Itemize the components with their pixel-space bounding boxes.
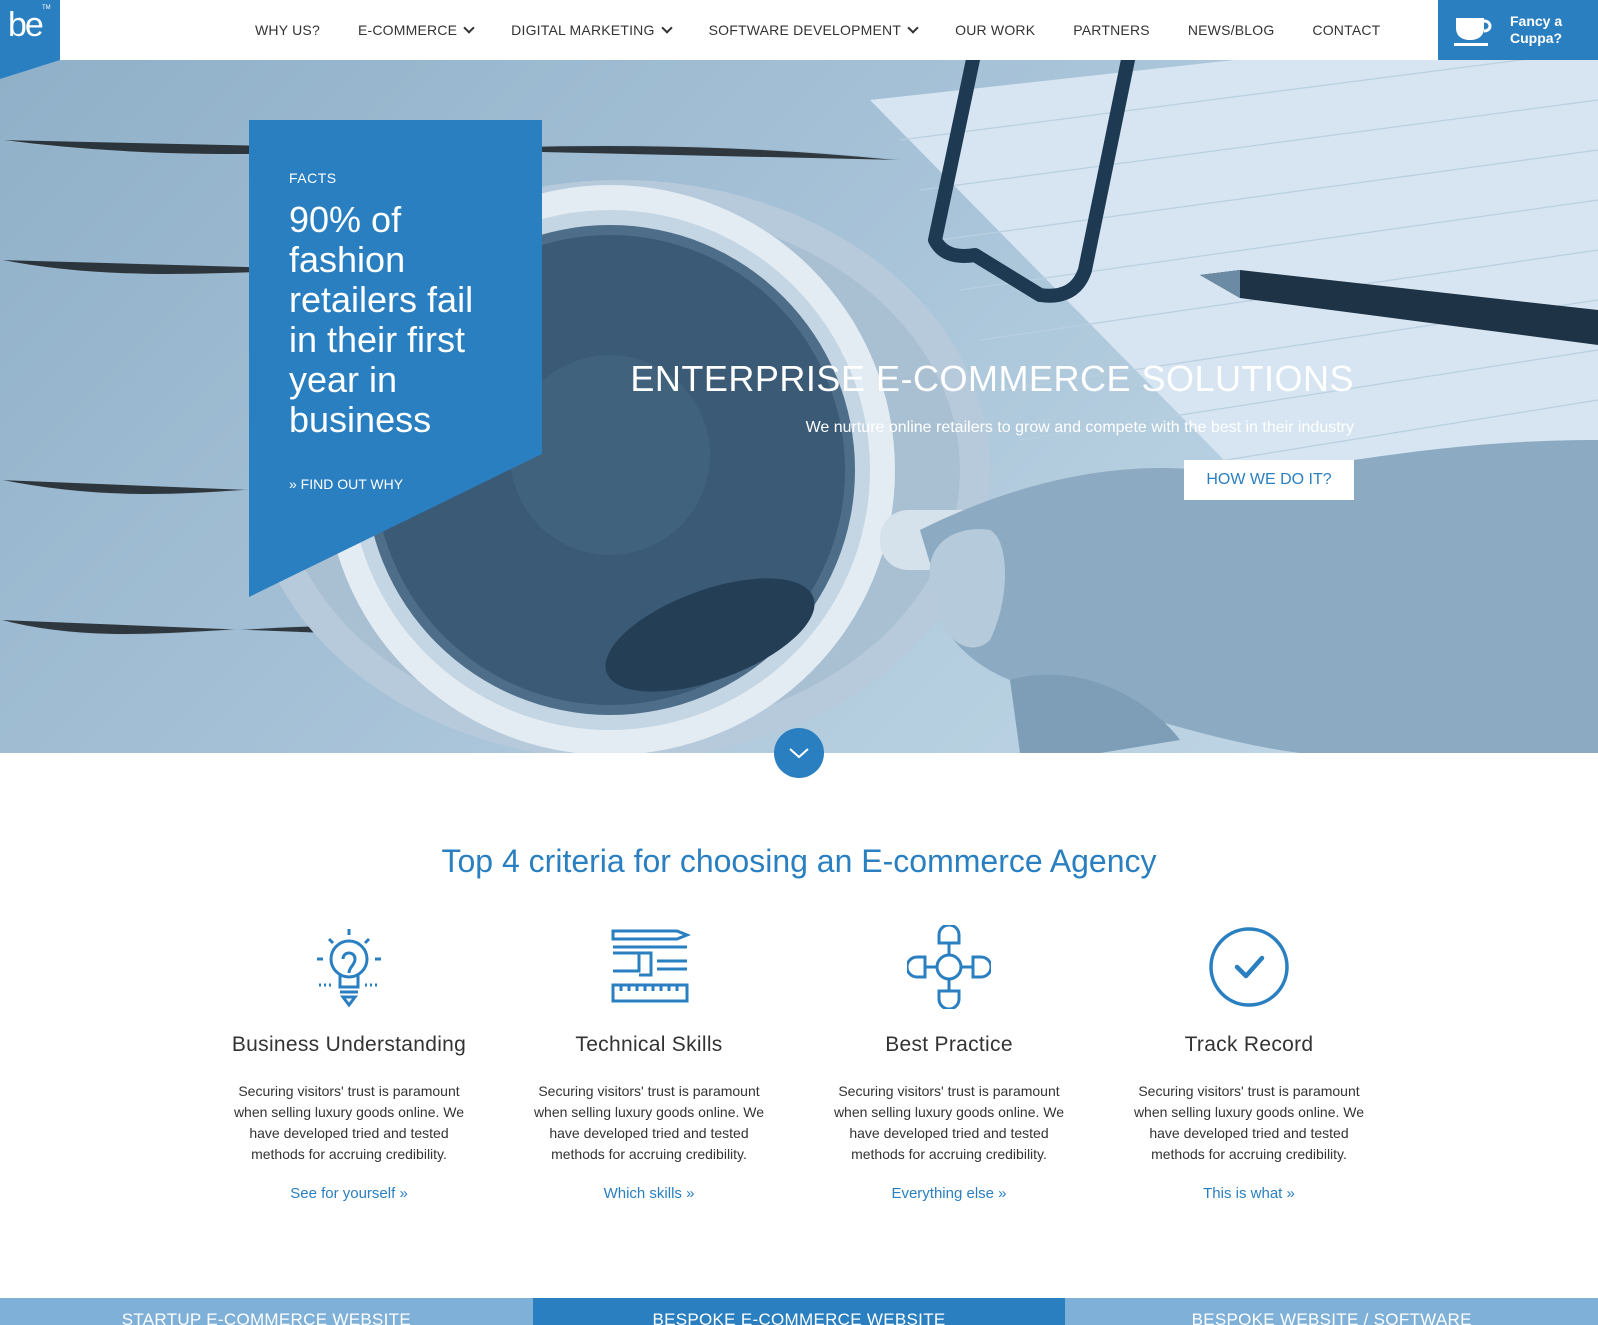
everything-else-link[interactable]: Everything else » xyxy=(819,1185,1079,1202)
criterion-title: Best Practice xyxy=(885,1033,1013,1056)
facts-headline: 90% of fashion retailers fail in their f… xyxy=(289,199,474,440)
main-nav: WHY US? E-COMMERCE DIGITAL MARKETING SOF… xyxy=(255,0,1418,60)
hero-subtitle: We nurture online retailers to grow and … xyxy=(805,419,1354,436)
criterion-title: Business Understanding xyxy=(231,1033,467,1056)
which-skills-link[interactable]: Which skills » xyxy=(519,1185,779,1202)
cuppa-line-2: Cuppa? xyxy=(1510,30,1563,46)
this-is-what-link[interactable]: This is what » xyxy=(1119,1185,1379,1202)
chevron-down-icon xyxy=(789,748,809,759)
criterion-business-understanding: Business Understanding Securing visitors… xyxy=(219,925,479,1202)
hero-banner: FACTS 90% of fashion retailers fail in t… xyxy=(0,60,1598,753)
fancy-a-cuppa-button[interactable]: Fancy a Cuppa? xyxy=(1438,0,1598,60)
tab-bespoke-software[interactable]: BESPOKE WEBSITE / SOFTWARE xyxy=(1065,1298,1598,1325)
scroll-down-button[interactable] xyxy=(774,728,824,778)
chevron-down-icon xyxy=(907,21,919,34)
nav-item-e-commerce[interactable]: E-COMMERCE xyxy=(357,21,475,38)
cuppa-line-1: Fancy a xyxy=(1510,13,1563,29)
service-tabs: STARTUP E-COMMERCE WEBSITE BESPOKE E-COM… xyxy=(0,1298,1598,1325)
tab-startup-ecommerce[interactable]: STARTUP E-COMMERCE WEBSITE xyxy=(0,1298,533,1325)
nav-label: E-COMMERCE xyxy=(357,22,458,38)
logo-text: be xyxy=(8,6,44,44)
hero-background-image xyxy=(0,60,1598,753)
chevron-down-icon xyxy=(660,21,673,34)
criterion-text: Securing visitors' trust is paramount wh… xyxy=(833,1083,1065,1162)
hero-title: ENTERPRISE E-COMMERCE SOLUTIONS xyxy=(630,358,1354,399)
cup-icon xyxy=(1454,18,1492,46)
criterion-track-record: Track Record Securing visitors' trust is… xyxy=(1119,925,1379,1202)
nav-item-our-work[interactable]: OUR WORK xyxy=(955,22,1035,38)
tools-icon xyxy=(611,929,691,1003)
checkmark-circle-icon xyxy=(1209,927,1289,1007)
criterion-title: Technical Skills xyxy=(575,1033,723,1056)
tab-bespoke-ecommerce[interactable]: BESPOKE E-COMMERCE WEBSITE xyxy=(532,1298,1066,1325)
nav-item-software-development[interactable]: SOFTWARE DEVELOPMENT xyxy=(708,21,919,38)
logo-trademark: TM xyxy=(42,5,51,11)
site-header: be TM WHY US? E-COMMERCE DIGITAL MARKETI… xyxy=(0,0,1598,79)
criterion-text: Securing visitors' trust is paramount wh… xyxy=(1133,1083,1365,1162)
criterion-technical-skills: Technical Skills Securing visitors' trus… xyxy=(519,925,779,1202)
nav-item-news-blog[interactable]: NEWS/BLOG xyxy=(1188,22,1275,38)
criteria-heading: Top 4 criteria for choosing an E-commerc… xyxy=(441,843,1157,879)
lightbulb-icon xyxy=(317,929,381,1008)
nav-label: WHY US? xyxy=(255,22,320,38)
nav-label: OUR WORK xyxy=(955,22,1036,38)
criterion-text: Securing visitors' trust is paramount wh… xyxy=(233,1083,465,1162)
how-we-do-it-button[interactable]: HOW WE DO IT? xyxy=(1184,460,1354,500)
nav-label: CONTACT xyxy=(1312,22,1381,38)
criterion-best-practice: Best Practice Securing visitors' trust i… xyxy=(819,925,1079,1202)
see-for-yourself-link[interactable]: See for yourself » xyxy=(219,1185,479,1202)
nav-label: NEWS/BLOG xyxy=(1187,22,1275,38)
chevron-down-icon xyxy=(463,21,475,34)
nav-item-partners[interactable]: PARTNERS xyxy=(1073,22,1150,38)
nav-label: PARTNERS xyxy=(1073,22,1150,38)
nav-item-why-us[interactable]: WHY US? xyxy=(255,22,320,38)
criterion-text: Securing visitors' trust is paramount wh… xyxy=(533,1083,765,1162)
facts-label: FACTS xyxy=(289,170,337,186)
cuppa-label: Fancy a Cuppa? xyxy=(1510,13,1562,47)
nav-label: SOFTWARE DEVELOPMENT xyxy=(708,22,902,38)
nav-item-contact[interactable]: CONTACT xyxy=(1312,22,1380,38)
molecule-icon xyxy=(907,925,991,1009)
criterion-title: Track Record xyxy=(1184,1033,1314,1056)
nav-item-digital-marketing[interactable]: DIGITAL MARKETING xyxy=(511,21,673,38)
nav-label: DIGITAL MARKETING xyxy=(511,22,655,38)
